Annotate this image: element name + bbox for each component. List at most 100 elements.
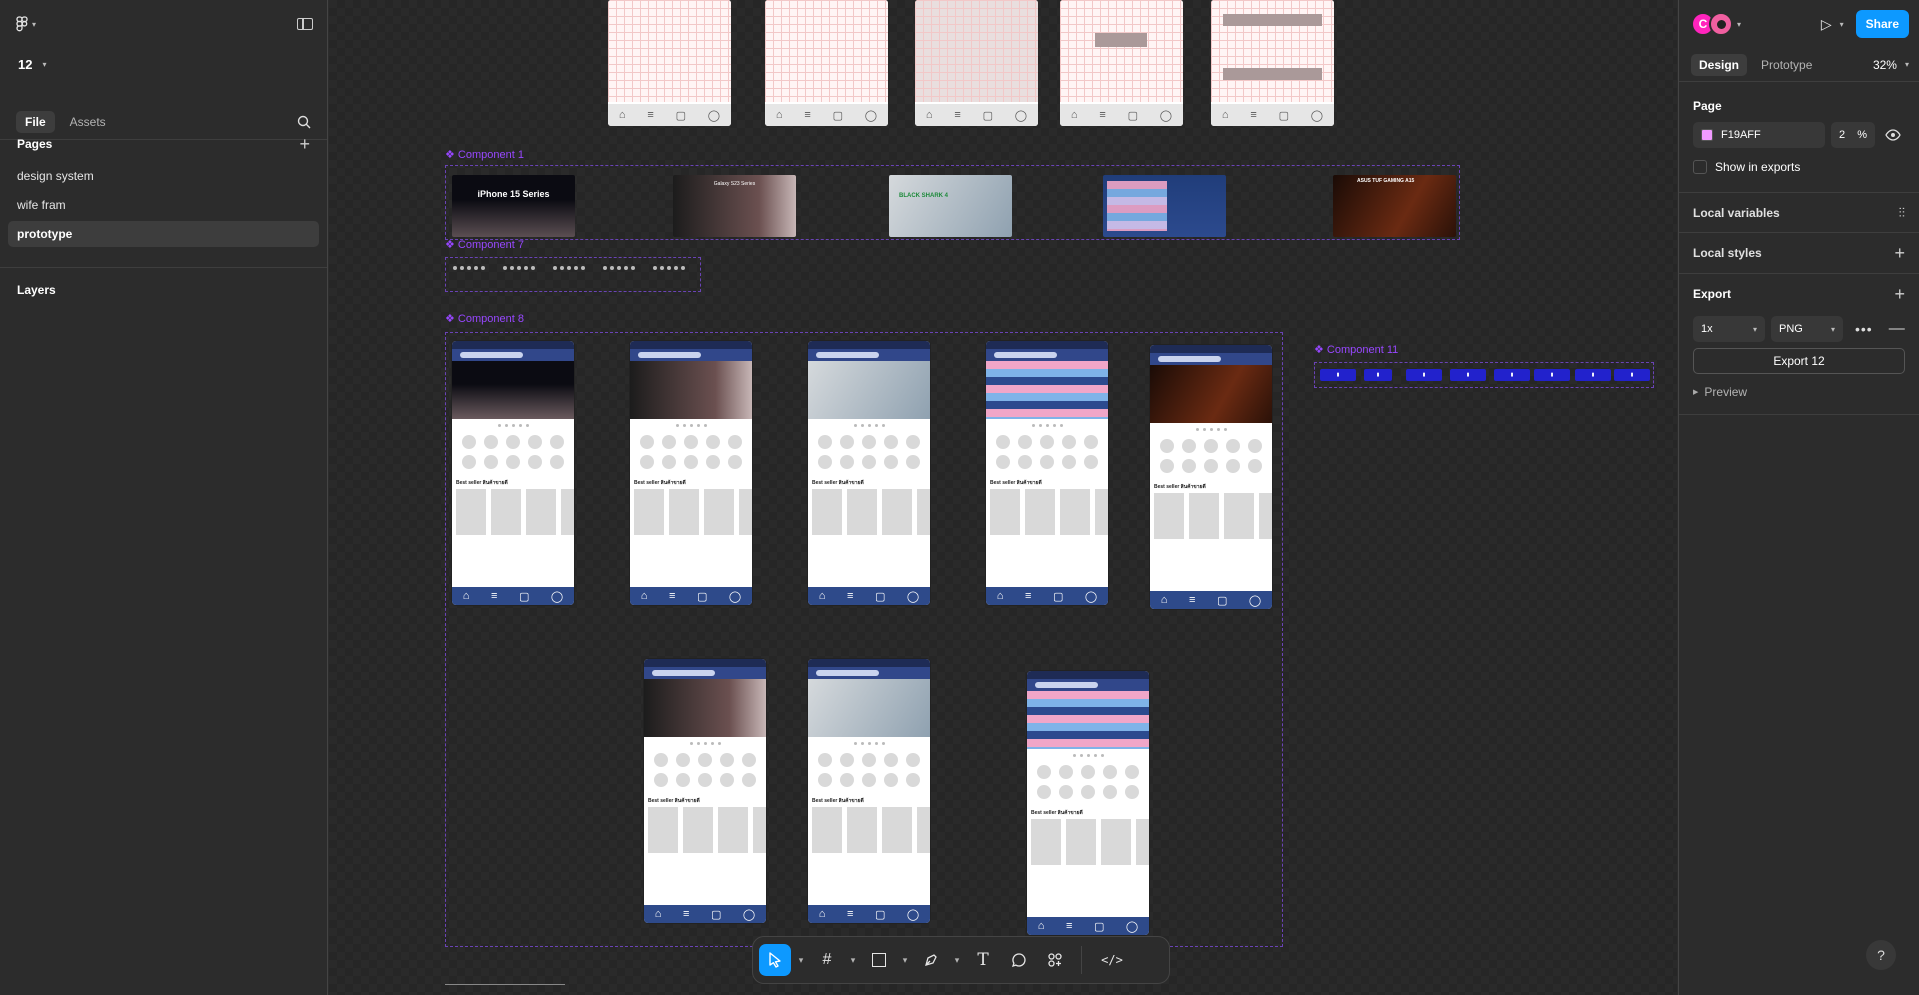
phone-frame[interactable]: Best seller สินค้าขายดี ⌂ ≡ ▢ ◯	[807, 340, 931, 606]
component-icon: ❖	[445, 149, 458, 161]
page-color-field[interactable]: F19AFF	[1693, 122, 1825, 148]
design-canvas[interactable]: ⌂ ≡ ▢ ◯ ⌂ ≡ ▢ ◯ ⌂ ≡ ▢ ◯ ⌂ ≡ ▢ ◯ ⌂ ≡ ▢ ◯ ❖ Component 1 i…	[329, 0, 1677, 995]
main-menu-button[interactable]: ▾	[16, 16, 36, 32]
comment-icon	[1011, 953, 1026, 968]
export-scale-select[interactable]: 1x ▾	[1693, 316, 1765, 342]
text-icon: T	[977, 950, 989, 970]
export-scale-value: 1x	[1701, 323, 1713, 335]
right-panel: C ▾ ▷ ▾ Share Design Prototype 32% ▾ Pag…	[1678, 0, 1919, 995]
chevron-down-icon[interactable]: ▾	[951, 955, 963, 966]
chevron-down-icon[interactable]: ▾	[1840, 20, 1844, 29]
best-seller-label: Best seller สินค้าขายดี	[812, 480, 864, 486]
zoom-dropdown[interactable]: 32% ▾	[1873, 58, 1909, 72]
wireframe-frame[interactable]: ⌂ ≡ ▢ ◯	[765, 0, 888, 126]
help-button[interactable]: ?	[1866, 940, 1896, 970]
phone-frame[interactable]: Best seller สินค้าขายดี ⌂ ≡ ▢ ◯	[807, 658, 931, 924]
banner-asus[interactable]: ASUS TUF GAMING A15	[1333, 175, 1456, 237]
bottom-toolbar: ▾ # ▾ ▾ ▾ T </>	[752, 936, 1170, 984]
nav-button-variant[interactable]: ▮	[1494, 369, 1530, 381]
page-opacity-value: 2	[1839, 129, 1846, 141]
file-name-row[interactable]: 12 ▾	[0, 48, 327, 80]
banner-title: ASUS TUF GAMING A15	[1357, 178, 1415, 184]
show-in-exports-label: Show in exports	[1715, 160, 1801, 174]
wireframe-frame[interactable]: ⌂ ≡ ▢ ◯	[915, 0, 1038, 126]
banner-galaxy[interactable]: Galaxy S23 Series	[673, 175, 796, 237]
page-opacity-unit: %	[1857, 129, 1867, 141]
remove-export-icon[interactable]: —	[1889, 320, 1905, 338]
dev-mode-tool[interactable]: </>	[1092, 944, 1132, 976]
rectangle-icon	[872, 953, 886, 967]
wireframe-frame[interactable]: ⌂ ≡ ▢ ◯	[608, 0, 731, 126]
layers-title: Layers	[17, 283, 56, 297]
variables-icon[interactable]: ⫶⫶	[1899, 205, 1906, 221]
banner-ipad[interactable]	[1103, 175, 1226, 237]
page-opacity-field[interactable]: 2 %	[1831, 122, 1875, 148]
phone-frame[interactable]: Best seller สินค้าขายดี ⌂ ≡ ▢ ◯	[451, 340, 575, 606]
phone-frame[interactable]: Best seller สินค้าขายดี ⌂ ≡ ▢ ◯	[629, 340, 753, 606]
sidebar-toggle-icon[interactable]	[297, 18, 313, 30]
phone-frame[interactable]: Best seller สินค้าขายดี ⌂ ≡ ▢ ◯	[1026, 670, 1150, 936]
banner-black-shark[interactable]: BLACK SHARK 4	[889, 175, 1012, 237]
best-seller-label: Best seller สินค้าขายดี	[990, 480, 1042, 486]
comment-tool[interactable]	[1003, 944, 1035, 976]
add-page-icon[interactable]: +	[299, 135, 310, 153]
pages-title: Pages	[17, 137, 53, 151]
nav-button-variant[interactable]: ▮	[1364, 369, 1392, 381]
local-variables-title[interactable]: Local variables	[1693, 206, 1780, 220]
help-icon: ?	[1877, 947, 1885, 963]
export-format-value: PNG	[1779, 323, 1803, 335]
multiplayer-avatars[interactable]: C ▾	[1691, 12, 1741, 36]
phone-frame[interactable]: Best seller สินค้าขายดี ⌂ ≡ ▢ ◯	[643, 658, 767, 924]
local-styles-title: Local styles	[1693, 246, 1762, 260]
component-icon: ❖	[445, 313, 458, 325]
chevron-down-icon: ▾	[1830, 324, 1835, 334]
code-icon: </>	[1101, 953, 1123, 967]
eye-icon[interactable]	[1885, 129, 1901, 141]
actions-icon	[1048, 953, 1062, 967]
share-button[interactable]: Share	[1855, 10, 1909, 38]
banner-iphone[interactable]: iPhone 15 Series	[452, 175, 575, 237]
nav-button-variant[interactable]: ▮	[1534, 369, 1570, 381]
chevron-down-icon[interactable]: ▾	[899, 955, 911, 966]
nav-button-variant[interactable]: ▮	[1320, 369, 1356, 381]
figma-logo-icon	[16, 16, 28, 32]
page-item-prototype[interactable]: prototype	[8, 221, 319, 247]
component-set[interactable]	[445, 257, 701, 292]
component-label: Component 8	[457, 313, 524, 325]
text-tool[interactable]: T	[967, 944, 999, 976]
tab-prototype[interactable]: Prototype	[1753, 54, 1820, 76]
search-icon[interactable]	[297, 115, 311, 129]
actions-tool[interactable]	[1039, 944, 1071, 976]
page-item-design-system[interactable]: design system	[8, 163, 319, 189]
page-item-wife-fram[interactable]: wife fram	[8, 192, 319, 218]
preview-toggle[interactable]: ▶ Preview	[1679, 378, 1919, 406]
phone-frame[interactable]: Best seller สินค้าขายดี ⌂ ≡ ▢ ◯	[1149, 344, 1273, 610]
tab-design[interactable]: Design	[1691, 53, 1748, 76]
move-tool[interactable]	[759, 944, 791, 976]
phone-frame[interactable]: Best seller สินค้าขายดี ⌂ ≡ ▢ ◯	[985, 340, 1109, 606]
chevron-down-icon[interactable]: ▾	[847, 955, 859, 966]
nav-button-variant[interactable]: ▮	[1406, 369, 1442, 381]
nav-button-variant[interactable]: ▮	[1575, 369, 1611, 381]
add-export-icon[interactable]: +	[1894, 285, 1905, 303]
best-seller-label: Best seller สินค้าขายดี	[634, 480, 686, 486]
more-options-icon[interactable]: •••	[1855, 321, 1873, 337]
chevron-down-icon[interactable]: ▾	[795, 955, 807, 966]
pen-tool[interactable]	[915, 944, 947, 976]
frame-tool[interactable]: #	[811, 944, 843, 976]
nav-button-variant[interactable]: ▮	[1450, 369, 1486, 381]
chevron-down-icon: ▾	[1737, 19, 1742, 29]
partial-frame[interactable]	[445, 984, 565, 995]
export-format-select[interactable]: PNG ▾	[1771, 316, 1843, 342]
frame-icon: #	[822, 951, 832, 968]
play-icon[interactable]: ▷	[1821, 16, 1832, 33]
nav-button-variant[interactable]: ▮	[1614, 369, 1650, 381]
page-color-hex: F19AFF	[1721, 129, 1761, 141]
shape-tool[interactable]	[863, 944, 895, 976]
chevron-down-icon: ▾	[1752, 324, 1757, 334]
add-style-icon[interactable]: +	[1894, 244, 1905, 262]
show-in-exports-checkbox[interactable]	[1693, 160, 1707, 174]
export-button[interactable]: Export 12	[1693, 348, 1905, 374]
wireframe-frame[interactable]: ⌂ ≡ ▢ ◯	[1060, 0, 1183, 126]
wireframe-frame[interactable]: ⌂ ≡ ▢ ◯	[1211, 0, 1334, 126]
